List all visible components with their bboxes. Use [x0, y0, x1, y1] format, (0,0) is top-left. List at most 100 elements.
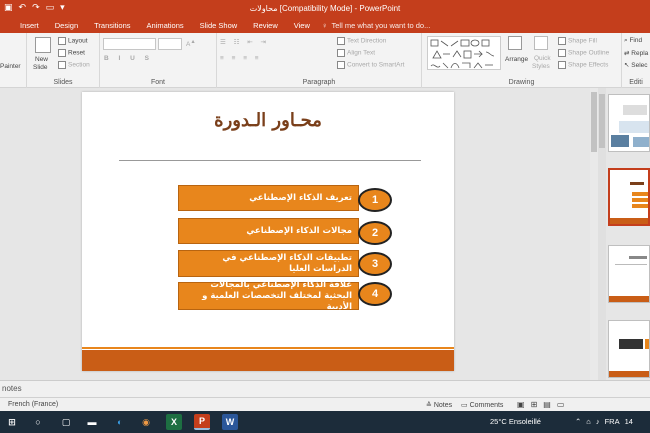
tab-slide-show[interactable]: Slide Show — [192, 18, 246, 33]
window-title: محاولات [Compatibility Mode] - PowerPoin… — [249, 4, 401, 13]
edge-icon[interactable]: ◐ — [112, 414, 128, 430]
text-direction-button[interactable]: Text Direction — [337, 37, 386, 45]
comments-icon: ▭ — [461, 402, 468, 409]
smartart-icon — [337, 61, 345, 69]
powerpoint-icon[interactable]: P — [194, 414, 210, 430]
item-number-2[interactable]: 2 — [358, 221, 392, 245]
slide-title[interactable]: محـاور الـدورة — [82, 110, 454, 131]
arrange-icon — [508, 36, 522, 50]
word-icon[interactable]: W — [222, 414, 238, 430]
layout-button[interactable]: Layout — [58, 37, 88, 45]
notes-toggle-button[interactable]: ≙ Notes — [426, 401, 452, 409]
clipboard-group: Painter — [0, 33, 27, 88]
slides-group-label: Slides — [53, 79, 73, 86]
quick-styles-button[interactable]: Quick — [534, 55, 551, 62]
find-icon: ⌕ — [624, 37, 628, 44]
font-name-field[interactable] — [103, 38, 156, 50]
clock[interactable]: 14 — [625, 417, 633, 426]
notes-pane[interactable]: notes — [0, 380, 650, 397]
slide-sorter-icon[interactable]: ⊞ — [531, 400, 538, 409]
drawing-group-label: Drawing — [508, 79, 535, 86]
tab-review[interactable]: Review — [245, 18, 286, 33]
shape-fill-button[interactable]: Shape Fill — [558, 37, 597, 45]
format-painter-button[interactable]: Painter — [0, 63, 21, 70]
normal-view-icon[interactable]: ▣ — [517, 400, 525, 409]
comments-button[interactable]: ▭ Comments — [461, 401, 503, 409]
align-buttons[interactable]: ≡ ≡ ≡ ≡ — [220, 55, 262, 62]
reset-icon — [58, 49, 66, 57]
tab-insert[interactable]: Insert — [12, 18, 47, 33]
item-bar-4[interactable]: علاقة الذكاء الإصطناعي بالمجالات البحثية… — [178, 280, 359, 312]
ribbon-tabs: Insert Design Transitions Animations Sli… — [0, 18, 650, 33]
thumbnails-scrollbar[interactable] — [598, 88, 606, 397]
search-icon[interactable]: ○ — [30, 414, 46, 430]
reading-view-icon[interactable]: ▤ — [543, 400, 551, 409]
start-icon[interactable]: ⊞ — [4, 414, 20, 430]
language-indicator[interactable]: French (France) — [8, 401, 58, 408]
list-buttons[interactable]: ☰ ☷ ⇤ ⇥ — [220, 38, 269, 46]
shapes-gallery[interactable] — [427, 36, 501, 70]
shapes-gallery-icon — [430, 39, 495, 69]
slideshow-view-icon[interactable]: ▭ — [557, 400, 565, 409]
item-bar-3[interactable]: تطبيقات الذكاء الإصطناعي في الدراسات الع… — [178, 250, 359, 277]
tell-me-box[interactable]: ♀ Tell me what you want to do... — [318, 18, 438, 33]
chrome-icon[interactable]: ◉ — [138, 414, 154, 430]
reset-button[interactable]: Reset — [58, 49, 85, 57]
editor-scrollbar-thumb[interactable] — [591, 92, 597, 152]
select-icon: ↖ — [624, 62, 630, 69]
current-slide[interactable]: محـاور الـدورة تعريف الذكاء الإصطناعي 1 … — [82, 92, 454, 371]
footer-band — [82, 350, 454, 371]
replace-icon: ⇄ — [624, 50, 630, 57]
shape-outline-button[interactable]: Shape Outline — [558, 49, 609, 57]
excel-icon[interactable]: X — [166, 414, 182, 430]
volume-icon[interactable]: ♪ — [596, 417, 600, 426]
item-bar-2[interactable]: مجالات الذكاء الإصطناعي — [178, 218, 359, 244]
shape-effects-button[interactable]: Shape Effects — [558, 61, 608, 69]
convert-smartart-button[interactable]: Convert to SmartArt — [337, 61, 404, 69]
find-button[interactable]: ⌕ Find — [624, 37, 642, 45]
tray-overflow-icon[interactable]: ⌃ — [575, 417, 581, 426]
tab-animations[interactable]: Animations — [139, 18, 192, 33]
thumbnails-scrollbar-thumb[interactable] — [599, 94, 605, 148]
item-number-4[interactable]: 4 — [358, 282, 392, 306]
replace-button[interactable]: ⇄ Repla — [624, 49, 648, 57]
tab-view[interactable]: View — [286, 18, 318, 33]
font-format-buttons[interactable]: B I U S — [104, 55, 153, 62]
editing-group-label: Editi — [629, 79, 643, 86]
section-icon — [58, 61, 66, 69]
slide-thumbnails-pane[interactable] — [598, 88, 650, 397]
item-bar-1[interactable]: تعريف الذكاء الإصطناعي — [178, 185, 359, 211]
shape-effects-icon — [558, 61, 566, 69]
align-text-button[interactable]: Align Text — [337, 49, 375, 57]
network-icon[interactable]: ⌂ — [586, 417, 591, 426]
input-language[interactable]: FRA — [605, 417, 620, 426]
new-slide-button-line2[interactable]: Slide — [33, 64, 47, 71]
slide-thumbnail-1[interactable] — [608, 94, 650, 152]
file-explorer-icon[interactable]: ▬ — [84, 414, 100, 430]
align-text-icon — [337, 49, 345, 57]
increase-font-icon[interactable]: A▲ — [186, 39, 196, 48]
layout-icon — [58, 37, 66, 45]
select-button[interactable]: ↖ Selec — [624, 61, 648, 69]
quick-styles-icon — [534, 36, 548, 50]
slide-thumbnail-2[interactable] — [608, 168, 650, 226]
font-size-field[interactable] — [158, 38, 182, 50]
tell-me-placeholder: Tell me what you want to do... — [331, 21, 431, 30]
new-slide-icon — [35, 37, 51, 53]
slide-thumbnail-4[interactable] — [608, 320, 650, 378]
system-tray: ⌃ ⌂ ♪ FRA 14 — [575, 417, 633, 426]
section-button[interactable]: Section — [58, 61, 90, 69]
slide-thumbnail-3[interactable] — [608, 245, 650, 303]
lightbulb-icon: ♀ — [321, 21, 328, 30]
paragraph-group: ☰ ☷ ⇤ ⇥ ≡ ≡ ≡ ≡ Text Direction Align Tex… — [217, 33, 422, 88]
item-number-3[interactable]: 3 — [358, 252, 392, 276]
quick-styles-button-line2[interactable]: Styles — [532, 63, 550, 70]
weather-widget[interactable]: 25°C Ensoleillé — [490, 417, 541, 426]
tab-transitions[interactable]: Transitions — [86, 18, 138, 33]
task-view-icon[interactable]: ▢ — [58, 414, 74, 430]
arrange-button[interactable]: Arrange — [505, 56, 528, 63]
tab-design[interactable]: Design — [47, 18, 86, 33]
editor-scrollbar[interactable] — [590, 88, 598, 380]
item-number-1[interactable]: 1 — [358, 188, 392, 212]
new-slide-button[interactable]: New — [35, 56, 48, 63]
